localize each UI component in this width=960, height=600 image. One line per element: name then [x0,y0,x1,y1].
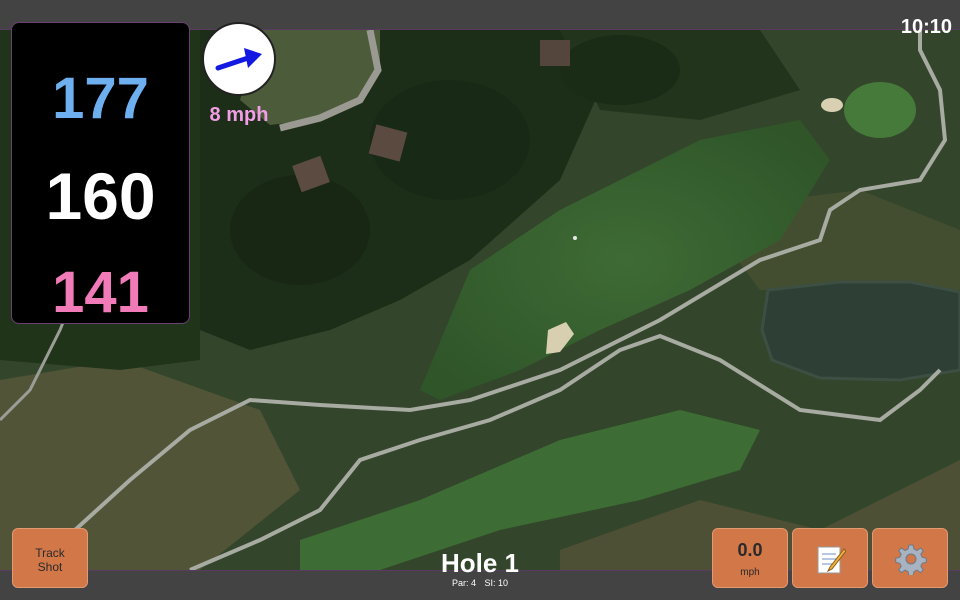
gear-icon [895,544,927,575]
hole-title: Hole 1 [440,548,520,578]
arrow-up-right-icon [215,48,262,71]
track-shot-button[interactable]: Track Shot [12,528,88,588]
notes-button[interactable] [792,528,868,588]
front-distance: 141 [52,260,149,325]
stroke-index-label: SI: 10 [484,578,509,588]
wind-direction-indicator[interactable] [202,22,276,96]
speed-unit: mph [740,567,760,578]
settings-button[interactable] [872,528,948,588]
center-distance: 160 [45,159,156,233]
track-shot-label: Track Shot [35,546,65,574]
speed-value: 0.0 [737,540,763,560]
wind-speed: 8 mph [209,104,269,126]
hole-info: Hole 1 Par: 4 SI: 10 [400,548,560,588]
hole-meta: Par: 4 SI: 10 [400,578,560,588]
clock-time: 10:10 [900,16,952,38]
distance-panel: 177 160 141 [11,22,190,325]
speed-button[interactable]: 0.0 mph [712,528,788,588]
par-label: Par: 4 [451,578,476,588]
golf-gps-screen: 10:10 177 160 141 8 mph Track Shot Hole 1… [0,0,960,600]
notepad-icon [817,546,846,574]
back-distance: 177 [52,66,149,131]
